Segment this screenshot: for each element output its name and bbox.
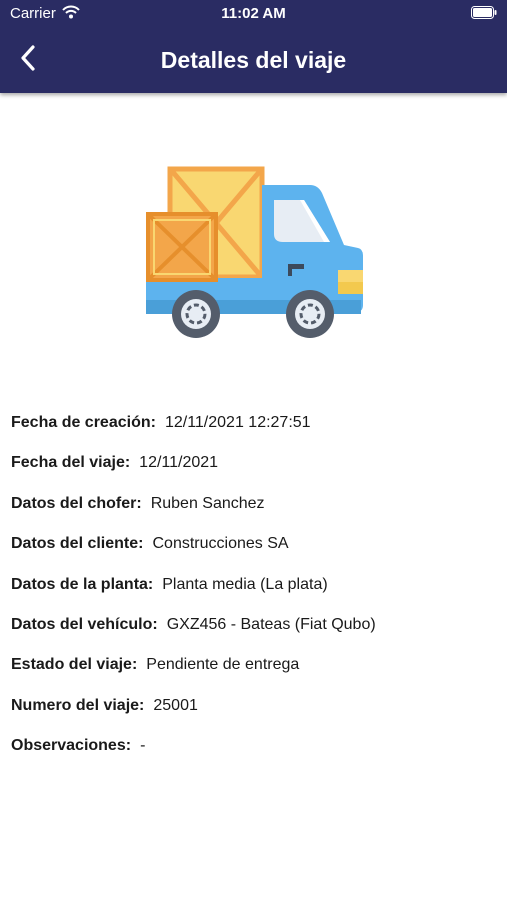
detail-row-vehiculo: Datos del vehículo: GXZ456 - Bateas (Fiat… (11, 607, 501, 647)
detail-label: Fecha de creación: (11, 414, 156, 431)
detail-value: Ruben Sanchez (150, 494, 265, 512)
detail-label: Datos de la planta: (11, 575, 154, 593)
battery-icon (471, 6, 497, 23)
detail-label: Fecha del viaje: (11, 454, 131, 472)
detail-value: 25001 (153, 696, 198, 714)
delivery-truck-icon (140, 160, 370, 345)
page-title: Detalles del viaje (160, 47, 347, 73)
detail-row-cliente: Datos del cliente: Construcciones SA (11, 526, 501, 566)
status-time: 11:02 AM (221, 5, 286, 22)
detail-value: 12/11/2021 12:27:51 (164, 414, 311, 431)
detail-value: - (140, 737, 146, 755)
detail-label: Estado del viaje: (11, 656, 138, 674)
detail-label: Datos del chofer: (11, 494, 142, 512)
detail-value: Construcciones SA (152, 535, 289, 553)
detail-row-fecha-viaje: Fecha del viaje: 12/11/2021 (11, 445, 501, 485)
detail-row-observaciones: Observaciones: - (11, 728, 501, 768)
detail-value: GXZ456 - Bateas (Fiat Qubo) (166, 615, 376, 633)
detail-row-estado: Estado del viaje: Pendiente de entrega (11, 647, 501, 687)
detail-label: Datos del vehículo: (11, 615, 158, 633)
detail-row-numero: Numero del viaje: 25001 (11, 688, 501, 728)
trip-details: Fecha de creación: 12/11/2021 12:27:51 Fe… (11, 405, 501, 769)
detail-row-planta: Datos de la planta: Planta media (La plat… (11, 567, 501, 607)
detail-row-fecha-creacion: Fecha de creación: 12/11/2021 12:27:51 (11, 405, 501, 445)
detail-value: Planta media (La plata) (162, 575, 328, 593)
detail-label: Numero del viaje: (11, 696, 145, 714)
detail-row-chofer: Datos del chofer: Ruben Sanchez (11, 486, 501, 526)
detail-label: Datos del cliente: (11, 535, 144, 553)
detail-value: Pendiente de entrega (146, 656, 300, 674)
detail-label: Observaciones: (11, 737, 132, 755)
detail-value: 12/11/2021 (139, 454, 219, 472)
status-bar: Carrier 11:02 AM (0, 0, 507, 28)
app-header: Carrier 11:02 AM Detalles del viaje (0, 0, 507, 93)
